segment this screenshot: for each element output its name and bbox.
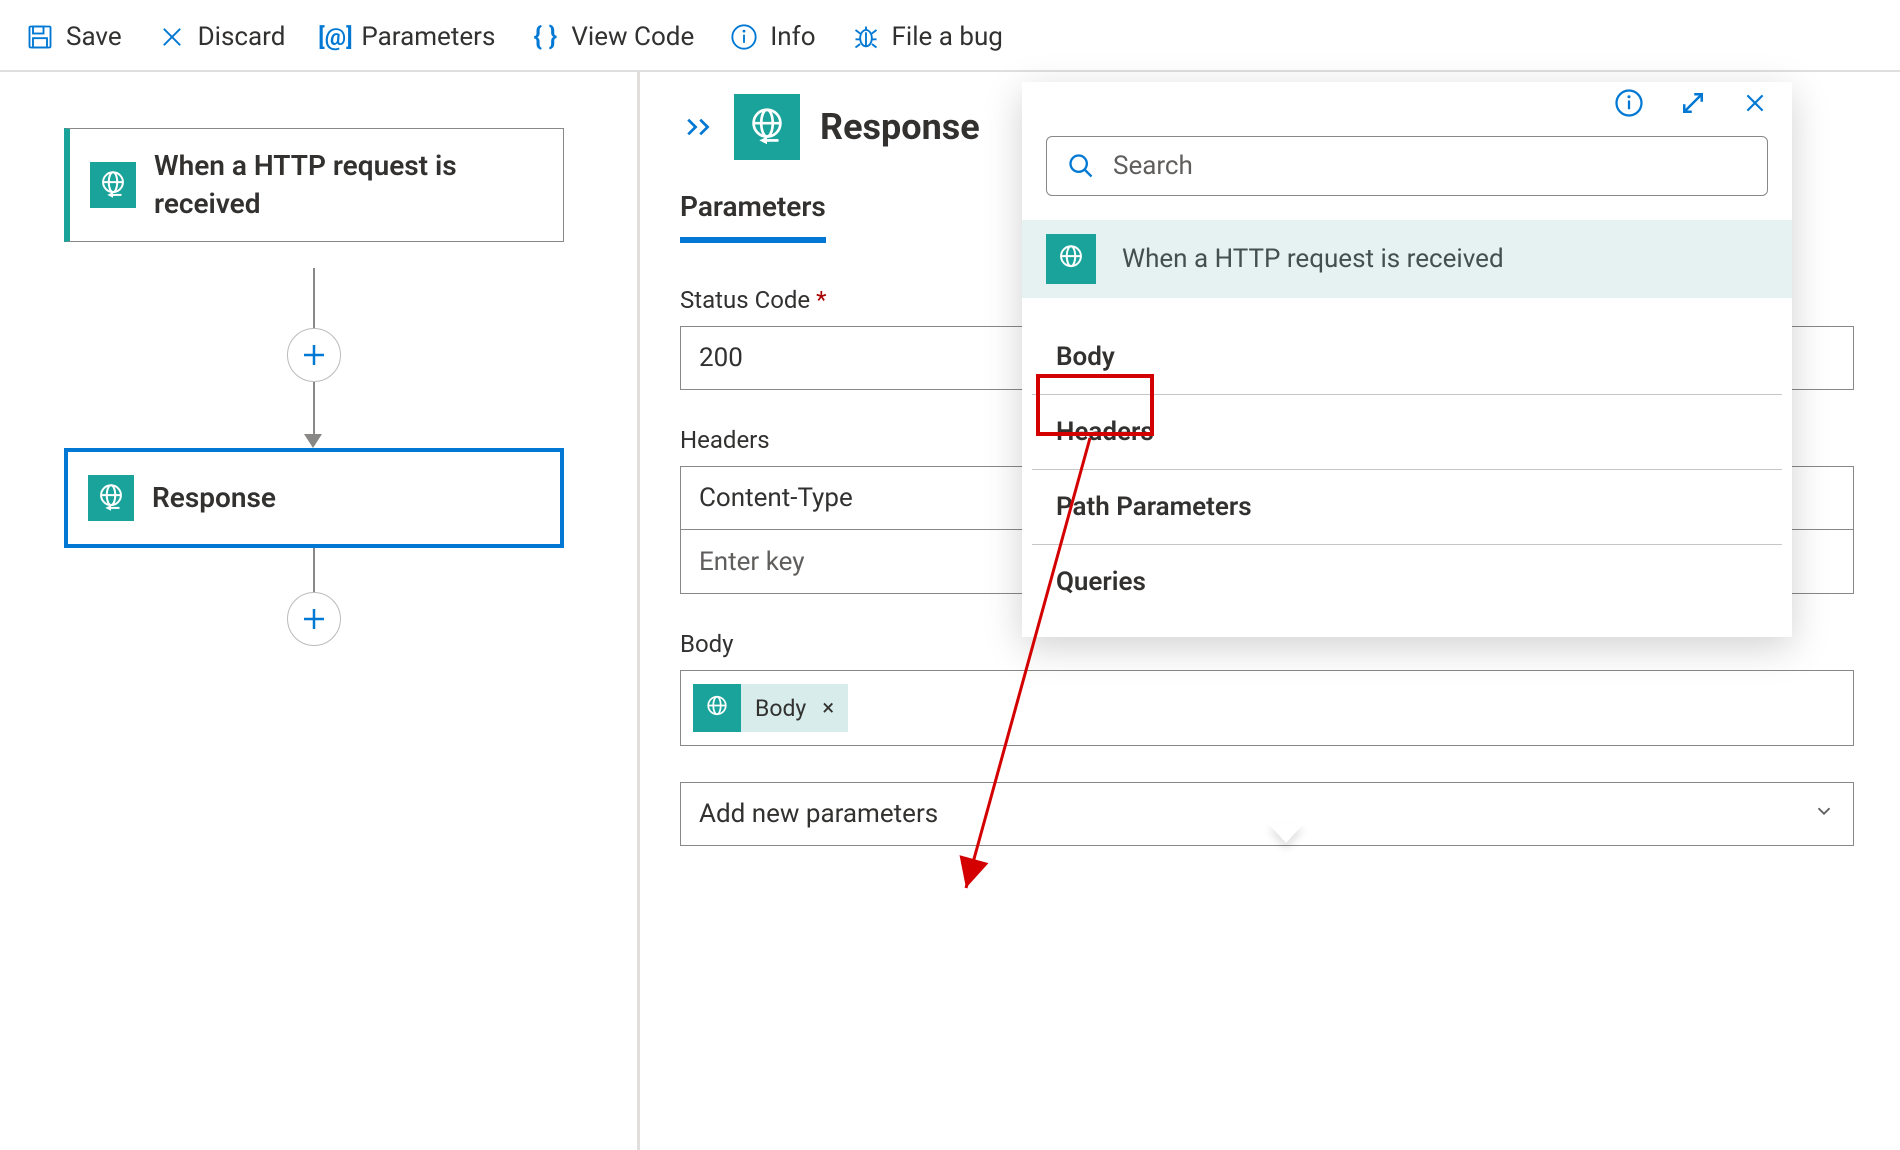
parameters-button[interactable]: [@] Parameters [313, 15, 513, 59]
dynamic-content-flyout: Search When a HTTP request is received B… [1022, 82, 1792, 637]
add-new-parameters-label: Add new parameters [699, 799, 938, 829]
search-placeholder: Search [1113, 151, 1193, 181]
add-step-button[interactable] [287, 328, 341, 382]
token-label: Body [741, 695, 820, 722]
info-icon[interactable] [1614, 88, 1644, 118]
view-code-button[interactable]: { } View Code [523, 15, 712, 59]
action-node-response[interactable]: Response [64, 448, 564, 548]
chevron-down-icon [1813, 799, 1835, 829]
collapse-blade-button[interactable] [680, 116, 714, 138]
http-icon [88, 475, 134, 521]
http-icon [734, 94, 800, 160]
file-bug-label: File a bug [892, 22, 1003, 52]
close-icon[interactable] [1742, 90, 1768, 116]
info-button[interactable]: Info [722, 15, 833, 59]
parameters-label: Parameters [361, 22, 495, 52]
blade-title: Response [820, 106, 980, 148]
dynamic-token-body[interactable]: Body × [693, 684, 848, 732]
discard-label: Discard [198, 22, 286, 52]
workflow-canvas[interactable]: When a HTTP request is received Response [0, 72, 640, 1150]
annotation-highlight-box [1036, 374, 1154, 436]
trigger-node-http-request[interactable]: When a HTTP request is received [64, 128, 564, 242]
http-icon [693, 684, 741, 732]
connector-arrowhead [304, 434, 322, 448]
http-icon [1046, 234, 1096, 284]
parameters-icon: [@] [319, 21, 351, 53]
view-code-label: View Code [571, 22, 694, 52]
connector-line [313, 382, 315, 438]
flyout-search-input[interactable]: Search [1046, 136, 1768, 196]
body-input[interactable]: Body × [680, 670, 1854, 746]
connector-line [313, 548, 315, 592]
flyout-caret [1268, 823, 1304, 843]
connector-line [313, 268, 315, 328]
flyout-item-path-parameters[interactable]: Path Parameters [1032, 470, 1782, 545]
info-label: Info [770, 22, 815, 52]
http-icon [90, 162, 136, 208]
info-icon [728, 21, 760, 53]
token-remove-icon[interactable]: × [820, 696, 848, 721]
tab-parameters[interactable]: Parameters [680, 190, 826, 243]
flyout-item-queries[interactable]: Queries [1032, 545, 1782, 619]
search-icon [1067, 152, 1095, 180]
save-button[interactable]: Save [18, 15, 140, 59]
command-bar: Save Discard [@] Parameters { } View Cod… [0, 0, 1900, 72]
save-icon [24, 21, 56, 53]
discard-button[interactable]: Discard [150, 15, 304, 59]
braces-icon: { } [529, 21, 561, 53]
expand-icon[interactable] [1678, 88, 1708, 118]
close-icon [156, 21, 188, 53]
bug-icon [850, 21, 882, 53]
add-step-button[interactable] [287, 592, 341, 646]
save-label: Save [66, 22, 122, 52]
file-bug-button[interactable]: File a bug [844, 15, 1021, 59]
flyout-source-label: When a HTTP request is received [1122, 244, 1504, 274]
response-title: Response [152, 479, 276, 517]
trigger-title: When a HTTP request is received [154, 147, 543, 223]
flyout-source-header: When a HTTP request is received [1022, 220, 1792, 298]
add-new-parameters-dropdown[interactable]: Add new parameters [680, 782, 1854, 846]
